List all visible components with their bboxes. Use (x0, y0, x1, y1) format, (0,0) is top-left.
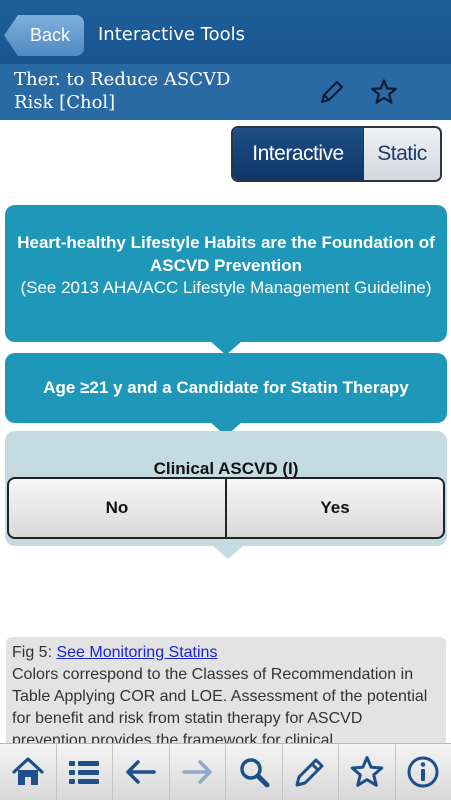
star-icon[interactable] (339, 744, 396, 800)
view-mode-toggle: Interactive Static (231, 126, 442, 182)
pencil-icon[interactable] (318, 78, 346, 106)
home-icon[interactable] (0, 744, 57, 800)
nav-title: Interactive Tools (98, 24, 246, 45)
document-title-bar: Ther. to Reduce ASCVD Risk [Chol] (0, 64, 451, 120)
info-icon[interactable] (396, 744, 451, 800)
question-label: Clinical ASCVD (I) (153, 459, 299, 478)
clinical-ascvd-question: Clinical ASCVD (I) No Yes (5, 431, 447, 546)
list-icon[interactable] (57, 744, 113, 800)
caption-prefix: Fig 5: (12, 644, 57, 661)
lifestyle-guideline-note: (See 2013 AHA/ACC Lifestyle Management G… (20, 278, 432, 297)
statin-candidate-text: Age ≥21 y and a Candidate for Statin The… (43, 378, 409, 397)
no-button[interactable]: No (9, 479, 227, 537)
back-button[interactable]: Back (4, 15, 84, 56)
answer-buttons: No Yes (7, 477, 445, 539)
interactive-tab[interactable]: Interactive (233, 128, 364, 180)
forward-arrow-icon[interactable] (170, 744, 226, 800)
lifestyle-habits-box: Heart-healthy Lifestyle Habits are the F… (5, 205, 447, 342)
search-icon[interactable] (226, 744, 283, 800)
statin-candidate-box: Age ≥21 y and a Candidate for Statin The… (5, 353, 447, 423)
lifestyle-habits-heading: Heart-healthy Lifestyle Habits are the F… (17, 233, 435, 275)
bottom-toolbar (0, 743, 451, 800)
caption-body: Colors correspond to the Classes of Reco… (12, 666, 428, 743)
monitoring-statins-link[interactable]: See Monitoring Statins (56, 644, 217, 661)
flow-arrow (212, 545, 244, 559)
navigation-bar: Back Interactive Tools (0, 0, 451, 64)
figure-caption: Fig 5: See Monitoring Statins Colors cor… (6, 637, 446, 743)
pencil-icon[interactable] (283, 744, 339, 800)
document-title: Ther. to Reduce ASCVD Risk [Chol] (14, 69, 231, 113)
static-tab[interactable]: Static (364, 128, 440, 180)
back-arrow-icon[interactable] (113, 744, 170, 800)
yes-button[interactable]: Yes (227, 479, 443, 537)
star-icon[interactable] (370, 78, 398, 106)
